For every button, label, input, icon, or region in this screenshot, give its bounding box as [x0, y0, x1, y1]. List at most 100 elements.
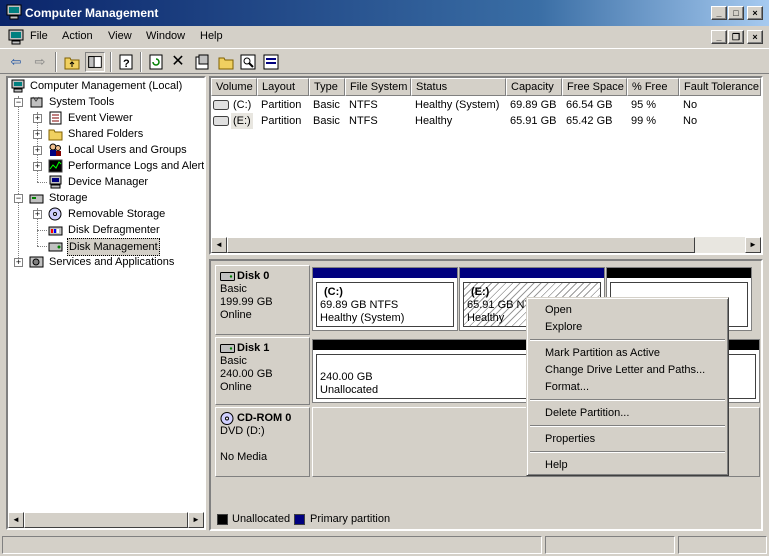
column-header[interactable]: Status — [411, 78, 506, 96]
refresh-icon[interactable] — [146, 52, 166, 72]
maximize-button[interactable]: □ — [728, 6, 744, 20]
console-tree[interactable]: Computer Management (Local) − System Too… — [6, 76, 206, 530]
disk-0-info[interactable]: Disk 0 Basic 199.99 GB Online — [215, 265, 310, 335]
menu-item-delete-partition[interactable]: Delete Partition... — [545, 407, 629, 419]
tree-item-removable-storage[interactable]: + Removable Storage — [8, 206, 204, 222]
tree-item-storage[interactable]: − Storage — [8, 190, 204, 206]
expand-toggle[interactable]: + — [33, 130, 42, 139]
partition-color-bar — [607, 268, 751, 278]
tree-item-shared-folders[interactable]: + Shared Folders — [8, 126, 204, 142]
menu-item-change-drive-letter[interactable]: Change Drive Letter and Paths... — [545, 364, 705, 376]
tree-line — [37, 246, 47, 247]
menu-file[interactable]: File — [30, 30, 48, 42]
minimize-button[interactable]: _ — [711, 6, 727, 20]
tree-item-disk-defragmenter[interactable]: Disk Defragmenter — [8, 222, 204, 238]
tree-item-device-manager[interactable]: Device Manager — [8, 174, 204, 190]
tree-item-perf-logs[interactable]: + Performance Logs and Alerts — [8, 158, 204, 174]
delete-icon[interactable]: ✕ — [168, 52, 188, 72]
mmc-icon[interactable] — [8, 29, 24, 45]
menu-item-mark-active[interactable]: Mark Partition as Active — [545, 347, 660, 359]
column-header[interactable]: Fault Tolerance — [679, 78, 761, 96]
collapse-toggle[interactable]: − — [14, 194, 23, 203]
partition-body: (C:) 69.89 GB NTFS Healthy (System) — [316, 282, 454, 327]
cdrom-0-info[interactable]: CD-ROM 0 DVD (D:) No Media — [215, 407, 310, 477]
cell-layout: Partition — [261, 99, 302, 111]
show-hide-tree-icon[interactable] — [85, 52, 105, 72]
menu-item-open[interactable]: Open — [545, 304, 572, 316]
cell-capacity: 69.89 GB — [510, 99, 557, 111]
column-header[interactable]: Free Space — [562, 78, 627, 96]
table-row[interactable]: (E:) Partition Basic NTFS Healthy 65.91 … — [211, 113, 761, 129]
child-minimize-button[interactable]: _ — [711, 30, 727, 44]
column-header[interactable]: Capacity — [506, 78, 562, 96]
menu-item-help[interactable]: Help — [545, 459, 568, 471]
toolbar-separator — [140, 52, 142, 72]
open-folder-icon[interactable] — [216, 52, 236, 72]
tree-item-local-users[interactable]: + Local Users and Groups — [8, 142, 204, 158]
partition-status: Healthy (System) — [320, 312, 405, 324]
collapse-toggle[interactable]: − — [14, 98, 23, 107]
export-icon[interactable] — [261, 52, 281, 72]
disk-state: Online — [220, 309, 252, 321]
column-header[interactable]: Volume — [211, 78, 257, 96]
event-viewer-icon — [49, 111, 62, 125]
child-close-button[interactable]: × — [747, 30, 763, 44]
tree-item-system-tools[interactable]: − System Tools — [8, 94, 204, 110]
scroll-thumb[interactable] — [227, 237, 695, 253]
scroll-thumb[interactable] — [24, 512, 188, 528]
expand-toggle[interactable]: + — [14, 258, 23, 267]
scroll-left-button[interactable]: ◄ — [211, 237, 227, 253]
close-button[interactable]: × — [747, 6, 763, 20]
expand-toggle[interactable]: + — [33, 210, 42, 219]
column-header[interactable]: % Free — [627, 78, 679, 96]
column-header[interactable]: Layout — [257, 78, 309, 96]
cell-volume: (C:) — [233, 99, 252, 111]
column-header[interactable]: Type — [309, 78, 345, 96]
child-restore-button[interactable]: ❐ — [728, 30, 744, 44]
volume-list[interactable]: Volume Layout Type File System Status Ca… — [209, 76, 763, 255]
volume-horizontal-scrollbar[interactable]: ◄ ► — [211, 237, 761, 253]
cell-free-space: 65.42 GB — [566, 115, 613, 127]
column-header[interactable]: File System — [345, 78, 411, 96]
partition-c[interactable]: (C:) 69.89 GB NTFS Healthy (System) — [312, 267, 458, 331]
scroll-right-button[interactable]: ► — [745, 237, 761, 253]
tree-horizontal-scrollbar[interactable]: ◄ ► — [8, 512, 204, 528]
menu-item-format[interactable]: Format... — [545, 381, 589, 393]
tree-item-root[interactable]: Computer Management (Local) — [8, 78, 204, 94]
properties-icon[interactable] — [192, 52, 212, 72]
table-row[interactable]: (C:) Partition Basic NTFS Healthy (Syste… — [211, 97, 761, 113]
cell-fault-tolerance: No — [683, 99, 698, 111]
storage-icon — [29, 194, 44, 204]
hard-disk-icon — [220, 272, 235, 281]
expand-toggle[interactable]: + — [33, 114, 42, 123]
help-icon[interactable]: ? — [116, 52, 136, 72]
cell-volume: (E:) — [231, 113, 253, 129]
disk-1-info[interactable]: Disk 1 Basic 240.00 GB Online — [215, 337, 310, 405]
menu-action[interactable]: Action — [62, 30, 93, 42]
tree-item-event-viewer[interactable]: + Event Viewer — [8, 110, 204, 126]
tree-label: Shared Folders — [68, 128, 144, 140]
performance-icon — [48, 159, 63, 173]
menu-item-explore[interactable]: Explore — [545, 321, 582, 333]
tree-item-disk-management[interactable]: Disk Management — [8, 238, 204, 256]
menu-view[interactable]: View — [108, 30, 132, 42]
status-panel — [2, 536, 542, 554]
menu-window[interactable]: Window — [146, 30, 185, 42]
expand-toggle[interactable]: + — [33, 162, 42, 171]
back-arrow-icon[interactable]: ⇦ — [6, 52, 26, 72]
scroll-left-button[interactable]: ◄ — [8, 512, 24, 528]
title-bar[interactable]: Computer Management _ □ × — [0, 0, 769, 26]
legend-swatch-unallocated — [217, 514, 228, 525]
up-folder-icon[interactable] — [62, 52, 82, 72]
cell-filesystem: NTFS — [349, 99, 378, 111]
search-icon[interactable] — [238, 52, 258, 72]
menu-help[interactable]: Help — [200, 30, 223, 42]
tree-line — [37, 230, 47, 231]
tree-line — [37, 182, 47, 183]
expand-toggle[interactable]: + — [33, 146, 42, 155]
scroll-right-button[interactable]: ► — [188, 512, 204, 528]
menu-item-properties[interactable]: Properties — [545, 433, 595, 445]
tree-item-services[interactable]: + Services and Applications — [8, 254, 204, 270]
disk-state: Online — [220, 381, 252, 393]
forward-arrow-icon[interactable]: ⇨ — [30, 52, 50, 72]
